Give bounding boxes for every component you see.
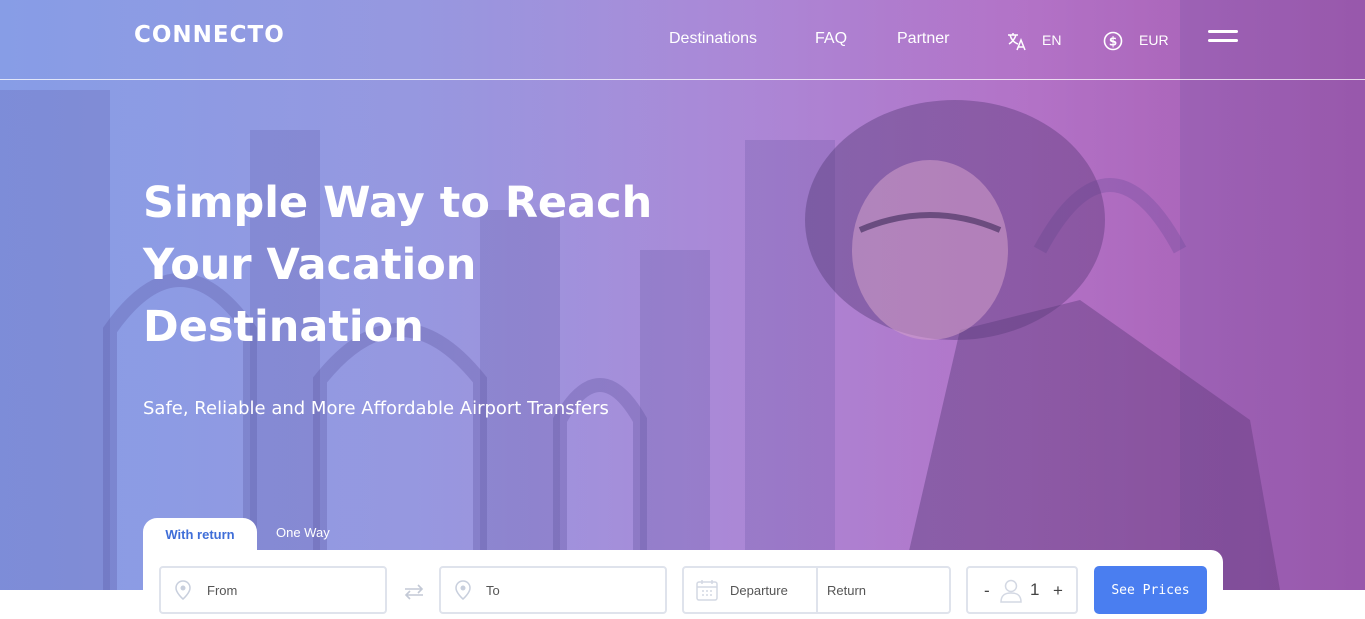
date-divider — [816, 568, 818, 612]
top-navigation-bar: CONNECTO Destinations FAQ Partner EN $ E… — [0, 0, 1365, 80]
passenger-count: 1 — [1030, 580, 1040, 599]
passenger-stepper: - 1 + — [966, 566, 1078, 614]
hero-headline: Simple Way to Reach Your Vacation Destin… — [143, 172, 703, 358]
passenger-increment-button[interactable]: + — [1053, 581, 1063, 601]
from-placeholder: From — [207, 583, 238, 598]
currency-selector[interactable]: EUR — [1139, 32, 1169, 48]
swap-arrows-icon[interactable] — [403, 584, 425, 600]
to-placeholder: To — [486, 583, 500, 598]
nav-link-destinations[interactable]: Destinations — [669, 30, 757, 48]
location-pin-icon — [175, 580, 191, 600]
date-range-field[interactable]: Departure Return — [682, 566, 951, 614]
location-pin-icon — [455, 580, 471, 600]
passenger-decrement-button[interactable]: - — [984, 581, 990, 601]
user-icon — [1000, 579, 1022, 603]
nav-link-faq[interactable]: FAQ — [815, 30, 847, 48]
hero-subheadline: Safe, Reliable and More Affordable Airpo… — [143, 398, 609, 419]
headline-line: Your Vacation — [143, 240, 477, 290]
language-selector[interactable]: EN — [1042, 32, 1061, 48]
tab-one-way[interactable]: One Way — [276, 525, 330, 540]
departure-placeholder[interactable]: Departure — [730, 583, 788, 598]
headline-line: Destination — [143, 302, 424, 352]
nav-link-partner[interactable]: Partner — [897, 30, 949, 48]
to-field[interactable]: To — [439, 566, 667, 614]
svg-text:$: $ — [1109, 35, 1117, 49]
transfer-search-panel: From To Departure Return - 1 + See Price… — [143, 550, 1223, 619]
return-placeholder[interactable]: Return — [827, 583, 866, 598]
headline-line: Simple Way to Reach — [143, 178, 653, 228]
calendar-icon — [696, 580, 718, 601]
see-prices-button[interactable]: See Prices — [1094, 566, 1207, 614]
hamburger-menu-icon[interactable] — [1208, 30, 1238, 46]
tab-with-return[interactable]: With return — [143, 518, 257, 552]
translate-icon[interactable] — [1007, 31, 1027, 51]
dollar-coin-icon[interactable]: $ — [1103, 31, 1123, 51]
from-field[interactable]: From — [159, 566, 387, 614]
brand-logo[interactable]: CONNECTO — [134, 22, 285, 48]
